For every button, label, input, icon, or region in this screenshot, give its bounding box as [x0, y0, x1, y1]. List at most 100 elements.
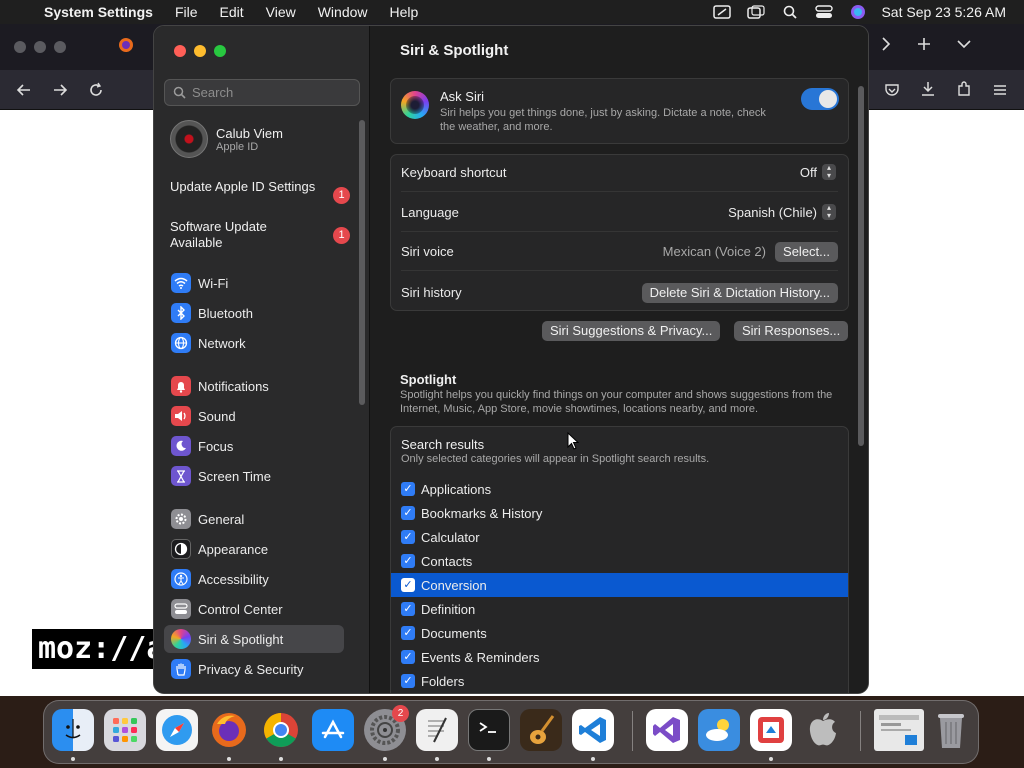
menu-icon[interactable]: [992, 82, 1008, 103]
notice-badge: 1: [333, 227, 350, 244]
pocket-icon[interactable]: [884, 82, 900, 103]
siri-history-label: Siri history: [401, 285, 462, 300]
result-bookmarks-history[interactable]: ✓ Bookmarks & History: [391, 501, 848, 525]
tab-scroll-right-icon[interactable]: [880, 36, 892, 57]
firefox-minimize-button[interactable]: [34, 41, 46, 53]
dock-app-store-icon[interactable]: [312, 709, 354, 751]
dock-trash-icon[interactable]: [930, 709, 972, 751]
result-documents[interactable]: ✓ Documents: [391, 621, 848, 645]
siri-suggestions-privacy-button[interactable]: Siri Suggestions & Privacy...: [542, 321, 721, 341]
sidebar-item-control-center[interactable]: Control Center: [164, 595, 344, 623]
window-icon[interactable]: [739, 5, 773, 19]
checkbox-checked-icon[interactable]: ✓: [401, 674, 415, 688]
sidebar-item-accessibility[interactable]: Accessibility: [164, 565, 344, 593]
apple-id-account[interactable]: Calub Viem Apple ID: [170, 120, 283, 158]
close-button[interactable]: [174, 45, 186, 57]
ask-siri-toggle[interactable]: [801, 88, 839, 110]
firefox-zoom-button[interactable]: [54, 41, 66, 53]
result-applications[interactable]: ✓ Applications: [391, 477, 848, 501]
firefox-close-button[interactable]: [14, 41, 26, 53]
result-conversion[interactable]: ✓ Conversion: [391, 573, 848, 597]
siri-responses-button[interactable]: Siri Responses...: [734, 321, 849, 341]
checkbox-checked-icon[interactable]: ✓: [401, 506, 415, 520]
sidebar-item-notifications[interactable]: Notifications: [164, 372, 344, 400]
dock-preview-window-icon[interactable]: [874, 709, 924, 751]
search-input[interactable]: [192, 85, 352, 100]
dock-vscode-icon[interactable]: [572, 709, 614, 751]
sidebar-item-siri-spotlight[interactable]: Siri & Spotlight: [164, 625, 344, 653]
sidebar-item-bluetooth[interactable]: Bluetooth: [164, 299, 344, 327]
search-icon[interactable]: [773, 5, 807, 19]
menu-file[interactable]: File: [164, 4, 209, 20]
back-icon[interactable]: [16, 82, 32, 103]
result-folders[interactable]: ✓ Folders: [391, 669, 848, 693]
checkbox-checked-icon[interactable]: ✓: [401, 626, 415, 640]
result-events-reminders[interactable]: ✓ Events & Reminders: [391, 645, 848, 669]
tab-list-icon[interactable]: [956, 36, 972, 57]
dock-terminal-icon[interactable]: [468, 709, 510, 751]
result-calculator[interactable]: ✓ Calculator: [391, 525, 848, 549]
sidebar-item-general[interactable]: General: [164, 505, 344, 533]
reload-icon[interactable]: [88, 82, 104, 103]
main-scrollbar[interactable]: [858, 86, 864, 446]
sidebar-search[interactable]: [164, 79, 360, 106]
language-popup[interactable]: Spanish (Chile) ▴ ▾: [728, 204, 836, 220]
dock-launchpad-icon[interactable]: [104, 709, 146, 751]
row-divider: [401, 191, 838, 192]
dock-chrome-icon[interactable]: [260, 709, 302, 751]
checkbox-checked-icon[interactable]: ✓: [401, 650, 415, 664]
menu-app-name[interactable]: System Settings: [40, 4, 164, 20]
menu-edit[interactable]: Edit: [209, 4, 255, 20]
checkbox-checked-icon[interactable]: ✓: [401, 530, 415, 544]
sidebar-item-focus[interactable]: Focus: [164, 432, 344, 460]
checkbox-checked-icon[interactable]: ✓: [401, 578, 415, 592]
mozilla-logo[interactable]: moz://a: [32, 629, 162, 669]
checkbox-checked-icon[interactable]: ✓: [401, 482, 415, 496]
siri-voice-select-button[interactable]: Select...: [775, 242, 838, 262]
speaker-icon: [171, 406, 191, 426]
menu-view[interactable]: View: [255, 4, 307, 20]
dock-safari-icon[interactable]: [156, 709, 198, 751]
dock-apple-icon[interactable]: [802, 709, 844, 751]
delete-siri-history-button[interactable]: Delete Siri & Dictation History...: [641, 283, 838, 303]
sidebar-item-wifi[interactable]: Wi-Fi: [164, 269, 344, 297]
main-pane: Siri & Spotlight Ask Siri Siri helps you…: [370, 26, 868, 693]
account-name: Calub Viem: [216, 125, 283, 141]
dock-visual-studio-icon[interactable]: [646, 709, 688, 751]
siri-icon[interactable]: [841, 4, 875, 20]
dock-finder-icon[interactable]: [52, 709, 94, 751]
sidebar-item-sound[interactable]: Sound: [164, 402, 344, 430]
minimize-button[interactable]: [194, 45, 206, 57]
menubar-clock[interactable]: Sat Sep 23 5:26 AM: [875, 4, 1024, 20]
sidebar-item-appearance[interactable]: Appearance: [164, 535, 344, 563]
dock-firefox-icon[interactable]: [208, 709, 250, 751]
downloads-icon[interactable]: [920, 81, 936, 102]
forward-icon[interactable]: [52, 82, 68, 103]
extensions-icon[interactable]: [956, 81, 972, 102]
sidebar-item-network[interactable]: Network: [164, 329, 344, 357]
sidebar-item-screen-time[interactable]: Screen Time: [164, 462, 344, 490]
checkbox-checked-icon[interactable]: ✓: [401, 602, 415, 616]
notice-update-apple-id[interactable]: Update Apple ID Settings 1: [170, 179, 350, 204]
result-definition[interactable]: ✓ Definition: [391, 597, 848, 621]
sidebar-item-label: Control Center: [198, 601, 283, 617]
checkbox-checked-icon[interactable]: ✓: [401, 554, 415, 568]
result-contacts[interactable]: ✓ Contacts: [391, 549, 848, 573]
sidebar-item-privacy-security[interactable]: Privacy & Security: [164, 655, 344, 683]
dock-textedit-icon[interactable]: [416, 709, 458, 751]
new-tab-icon[interactable]: [916, 36, 932, 57]
system-settings-window: Calub Viem Apple ID Update Apple ID Sett…: [153, 25, 869, 694]
sidebar-scrollbar[interactable]: [359, 120, 365, 405]
notice-software-update[interactable]: Software Update Available 1: [170, 219, 350, 251]
zoom-button[interactable]: [214, 45, 226, 57]
keyboard-shortcut-popup[interactable]: Off ▴ ▾: [800, 164, 836, 180]
sidebar-item-label: Accessibility: [198, 571, 269, 587]
menu-help[interactable]: Help: [379, 4, 430, 20]
firefox-tab-icon[interactable]: [118, 37, 134, 58]
dock-weather-icon[interactable]: [698, 709, 740, 751]
menu-window[interactable]: Window: [307, 4, 379, 20]
dock-remote-desktop-icon[interactable]: [750, 709, 792, 751]
screen-mirroring-icon[interactable]: [705, 5, 739, 19]
control-center-icon[interactable]: [807, 5, 841, 19]
dock-garageband-icon[interactable]: [520, 709, 562, 751]
